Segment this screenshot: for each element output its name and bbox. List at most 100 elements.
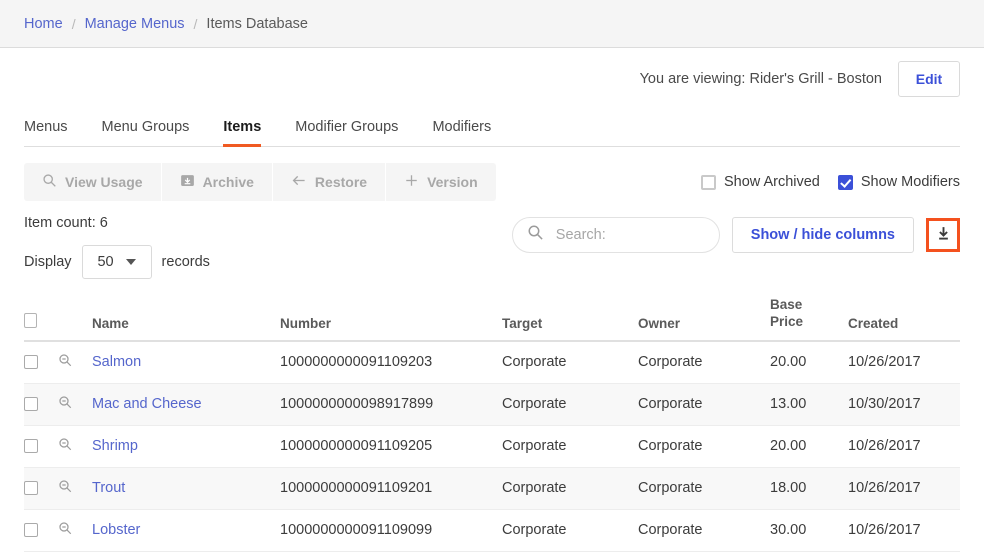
- tab-modifier-groups[interactable]: Modifier Groups: [295, 119, 398, 147]
- show-archived-label: Show Archived: [723, 174, 820, 190]
- row-price-cell: 13.00: [770, 383, 848, 426]
- column-header-target[interactable]: Target: [502, 297, 638, 342]
- row-created-cell: 10/26/2017: [848, 509, 960, 552]
- row-name-cell: Trout: [92, 467, 280, 510]
- restore-button[interactable]: Restore: [272, 163, 387, 201]
- base-price-line2: Price: [770, 313, 804, 329]
- arrow-left-icon: [291, 173, 307, 191]
- chevron-down-icon: [125, 259, 136, 265]
- tab-menu-groups[interactable]: Menu Groups: [102, 119, 190, 147]
- items-table: Name Number Target Owner Base Price Crea…: [24, 297, 960, 552]
- column-header-owner[interactable]: Owner: [638, 297, 770, 342]
- zoom-out-icon[interactable]: [58, 480, 73, 498]
- archive-button[interactable]: Archive: [161, 163, 273, 201]
- items-table-body: Salmon 1000000000091109203 Corporate Cor…: [24, 340, 960, 552]
- view-usage-label: View Usage: [65, 174, 143, 190]
- table-row: Shrimp 1000000000091109205 Corporate Cor…: [24, 425, 960, 468]
- download-icon: [935, 225, 952, 245]
- row-created-cell: 10/30/2017: [848, 383, 960, 426]
- row-owner-cell: Corporate: [638, 383, 770, 426]
- plus-icon: [404, 173, 419, 191]
- table-row: Mac and Cheese 1000000000098917899 Corpo…: [24, 383, 960, 426]
- row-zoom-cell: [58, 340, 92, 384]
- row-zoom-cell: [58, 509, 92, 552]
- zoom-column-header: [58, 297, 92, 342]
- download-button[interactable]: [926, 218, 960, 252]
- tab-bar: Menus Menu Groups Items Modifier Groups …: [24, 110, 960, 147]
- row-owner-cell: Corporate: [638, 467, 770, 510]
- item-link[interactable]: Mac and Cheese: [92, 396, 202, 412]
- row-select-cell: [24, 509, 58, 552]
- show-archived-checkbox[interactable]: Show Archived: [700, 174, 820, 190]
- row-checkbox[interactable]: [24, 355, 38, 370]
- search-icon: [527, 224, 544, 246]
- show-hide-columns-button[interactable]: Show / hide columns: [731, 217, 914, 253]
- item-link[interactable]: Lobster: [92, 522, 140, 538]
- row-checkbox[interactable]: [24, 481, 38, 496]
- item-link[interactable]: Trout: [92, 480, 125, 496]
- row-price-cell: 18.00: [770, 467, 848, 510]
- zoom-out-icon[interactable]: [58, 438, 73, 456]
- edit-button[interactable]: Edit: [898, 61, 960, 97]
- breadcrumb-item-home[interactable]: Home: [24, 16, 63, 32]
- item-count-label: Item count: 6: [24, 215, 108, 231]
- row-name-cell: Salmon: [92, 340, 280, 384]
- show-modifiers-checkbox[interactable]: Show Modifiers: [837, 174, 960, 190]
- row-price-cell: 30.00: [770, 509, 848, 552]
- tab-modifiers[interactable]: Modifiers: [432, 119, 491, 147]
- column-header-number[interactable]: Number: [280, 297, 502, 342]
- row-created-cell: 10/26/2017: [848, 467, 960, 510]
- item-link[interactable]: Salmon: [92, 354, 141, 370]
- right-controls: Show / hide columns: [511, 217, 960, 253]
- archive-box-icon: [180, 173, 195, 191]
- page-size-select[interactable]: 50: [81, 245, 152, 279]
- tab-menus[interactable]: Menus: [24, 119, 68, 147]
- table-row: Salmon 1000000000091109203 Corporate Cor…: [24, 340, 960, 384]
- row-select-cell: [24, 425, 58, 468]
- row-select-cell: [24, 383, 58, 426]
- magnifier-icon: [42, 173, 57, 191]
- archive-label: Archive: [202, 174, 254, 190]
- view-usage-button[interactable]: View Usage: [24, 163, 162, 201]
- row-target-cell: Corporate: [502, 467, 638, 510]
- zoom-out-icon[interactable]: [58, 396, 73, 414]
- row-owner-cell: Corporate: [638, 425, 770, 468]
- column-header-name[interactable]: Name: [92, 297, 280, 342]
- row-number-cell: 1000000000098917899: [280, 383, 502, 426]
- viewing-context-label: You are viewing: Rider's Grill - Boston: [639, 71, 882, 87]
- display-records-control: Display 50 records: [24, 245, 210, 279]
- row-price-cell: 20.00: [770, 340, 848, 384]
- breadcrumb-separator: /: [193, 15, 198, 32]
- base-price-line1: Base: [770, 297, 803, 312]
- checkbox-box: [700, 174, 716, 190]
- row-number-cell: 1000000000091109201: [280, 467, 502, 510]
- row-created-cell: 10/26/2017: [848, 340, 960, 384]
- row-created-cell: 10/26/2017: [848, 425, 960, 468]
- row-target-cell: Corporate: [502, 383, 638, 426]
- tab-items[interactable]: Items: [223, 119, 262, 147]
- select-all-checkbox[interactable]: [24, 312, 37, 328]
- row-zoom-cell: [58, 425, 92, 468]
- search-box[interactable]: [511, 217, 720, 253]
- left-controls: Item count: 6 Display 50 records: [24, 215, 210, 279]
- viewing-context-row: You are viewing: Rider's Grill - Boston …: [0, 48, 984, 97]
- row-name-cell: Shrimp: [92, 425, 280, 468]
- row-checkbox[interactable]: [24, 397, 38, 412]
- item-link[interactable]: Shrimp: [92, 438, 138, 454]
- row-select-cell: [24, 340, 58, 384]
- row-checkbox[interactable]: [24, 439, 38, 454]
- row-checkbox[interactable]: [24, 523, 38, 538]
- filter-checkbox-group: Show Archived Show Modifiers: [700, 174, 960, 190]
- version-button[interactable]: Version: [386, 163, 496, 201]
- checkbox-box-checked: [837, 174, 853, 190]
- row-target-cell: Corporate: [502, 425, 638, 468]
- row-target-cell: Corporate: [502, 340, 638, 384]
- zoom-out-icon[interactable]: [58, 354, 73, 372]
- breadcrumb-separator: /: [71, 15, 76, 32]
- version-label: Version: [427, 174, 478, 190]
- search-input[interactable]: [553, 226, 705, 244]
- breadcrumb-item-manage-menus[interactable]: Manage Menus: [85, 16, 185, 32]
- row-zoom-cell: [58, 383, 92, 426]
- column-header-base-price[interactable]: Base Price: [770, 297, 848, 342]
- column-header-created[interactable]: Created: [848, 297, 960, 342]
